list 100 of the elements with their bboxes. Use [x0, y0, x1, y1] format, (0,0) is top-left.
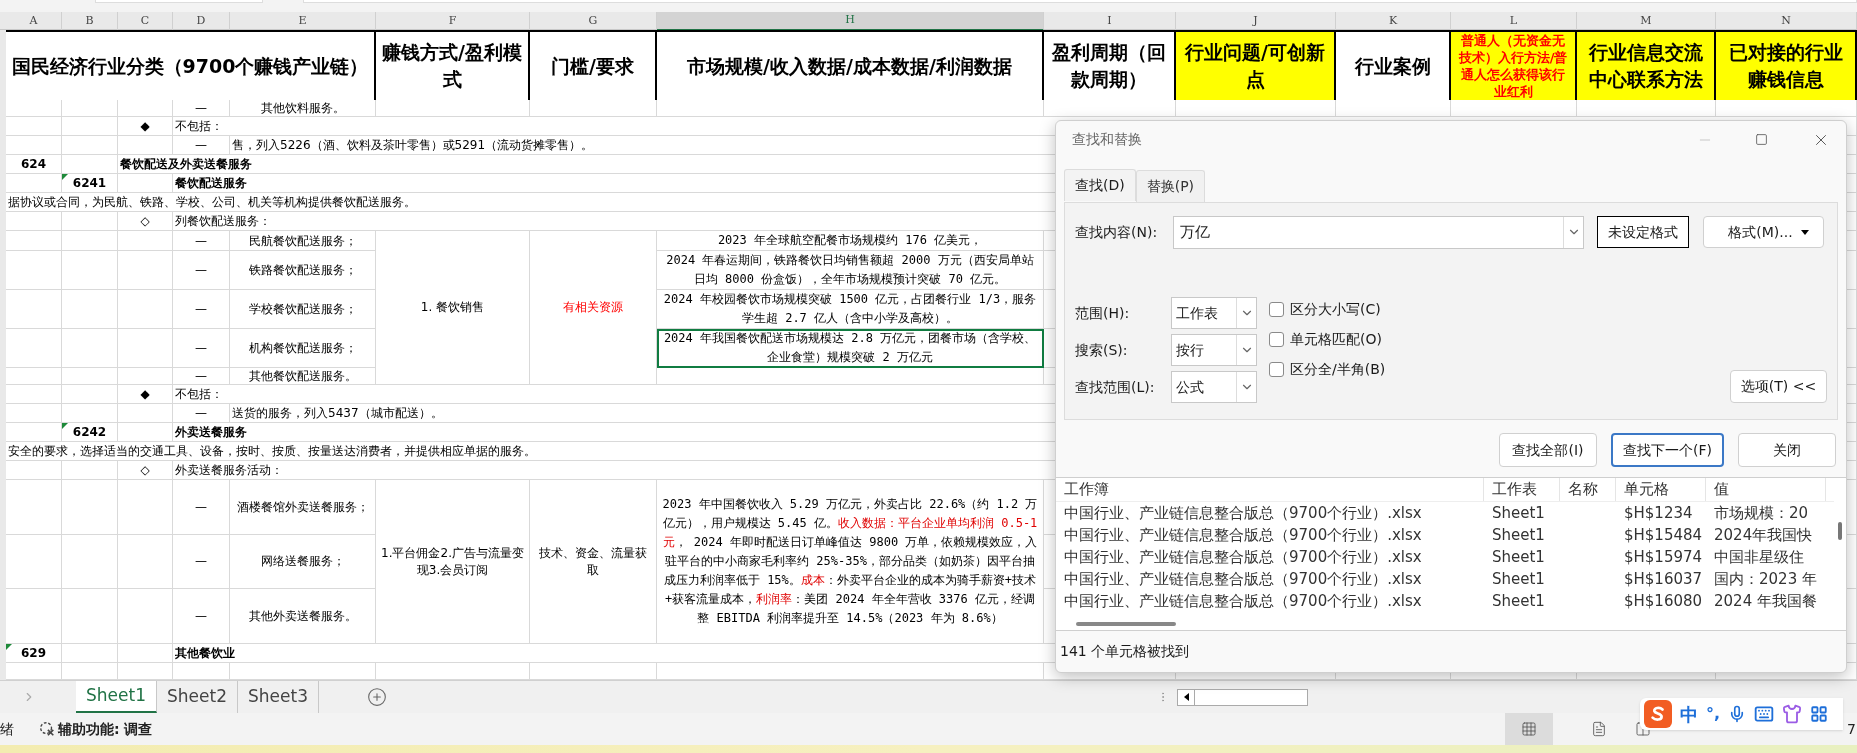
column-header[interactable]: M — [1577, 12, 1716, 31]
column-header[interactable]: J — [1176, 12, 1336, 31]
checkbox-label: 单元格匹配(O) — [1290, 329, 1382, 349]
market-data-text: 2024 年我国餐饮配送市场规模达 2.8 万亿元，团餐市场（含学校、企业食堂）规模突破 2 万亿元 — [657, 329, 1044, 368]
cell-text: — — [173, 589, 230, 644]
ime-logo-icon[interactable] — [1644, 700, 1672, 728]
dialog-tab[interactable]: 查找(D) — [1064, 169, 1136, 201]
page-layout-icon[interactable] — [1591, 721, 1608, 737]
zoom-level[interactable]: 7 — [1847, 718, 1857, 740]
empty-cell — [118, 534, 173, 590]
checkbox[interactable] — [1269, 331, 1284, 347]
empty-cell — [62, 329, 118, 368]
cell-text: 铁路餐饮配送服务； — [230, 251, 376, 290]
cell-text: 1. 餐饮销售 — [376, 231, 530, 385]
option-select[interactable]: 公式 — [1171, 371, 1257, 403]
horizontal-scrollbar-thumb[interactable] — [1195, 688, 1308, 706]
cell-address: $H$15484 — [1623, 524, 1704, 546]
column-header[interactable]: C — [118, 12, 173, 31]
column-header[interactable]: N — [1716, 12, 1857, 31]
cell-text: — — [173, 136, 230, 155]
cell-text: ◇ — [118, 212, 173, 231]
result-row[interactable]: 中国行业、产业链信息整合版总（9700个行业）.xlsx Sheet1 $H$15974 中国非星级住 — [1056, 546, 1834, 568]
cell-text: ◇ — [118, 461, 173, 480]
column-header[interactable]: B — [62, 12, 118, 31]
cell-text: 网络送餐服务； — [230, 534, 376, 590]
scrollbar-thumb[interactable] — [1838, 522, 1842, 540]
empty-cell — [6, 534, 62, 590]
cell-text: 1.平台佣金2.广告与流量变现3.会员订阅 — [376, 480, 530, 644]
options-button[interactable]: 选项(T) << — [1730, 370, 1827, 403]
accessibility-check-icon[interactable] — [38, 720, 56, 738]
scrollbar-thumb[interactable] — [1076, 622, 1176, 626]
checkbox[interactable] — [1269, 361, 1284, 377]
column-title: 行业信息交流中心联系方法 — [1577, 32, 1716, 100]
punctuation-mode[interactable]: °, — [1706, 702, 1721, 726]
empty-cell — [62, 404, 118, 423]
cell-text: 酒楼餐馆外卖送餐服务； — [230, 480, 376, 535]
cell-text: — — [173, 534, 230, 590]
format-button[interactable]: 格式(M)... — [1703, 216, 1824, 248]
column-header[interactable]: D — [173, 12, 230, 31]
empty-cell — [6, 329, 62, 368]
results-column-header[interactable]: 名称 — [1560, 478, 1616, 501]
sheet-name: Sheet1 — [1491, 546, 1546, 568]
cell-text: — — [173, 231, 230, 251]
keyboard-icon[interactable] — [1754, 704, 1775, 724]
cell-address: $H$1234 — [1623, 502, 1694, 524]
sheet-name: Sheet1 — [1491, 568, 1546, 590]
caret-icon — [1800, 229, 1809, 235]
empty-cell — [118, 136, 173, 155]
add-sheet-icon[interactable] — [367, 687, 387, 707]
empty-cell — [6, 290, 62, 329]
column-header[interactable]: F — [376, 12, 530, 31]
dialog-tab[interactable]: 替换(P) — [1135, 170, 1206, 202]
dialog-button[interactable]: 查找全部(I) — [1499, 433, 1597, 467]
result-row[interactable]: 中国行业、产业链信息整合版总（9700个行业）.xlsx Sheet1 $H$16080 2024 年我国餐 — [1056, 590, 1834, 612]
column-header[interactable]: K — [1336, 12, 1451, 31]
empty-cell — [62, 231, 118, 251]
cell-value: 2024 年我国餐 — [1713, 590, 1817, 612]
input-mode[interactable]: 中 — [1680, 700, 1698, 728]
empty-cell — [62, 251, 118, 290]
results-column-header[interactable]: 单元格 — [1616, 478, 1706, 501]
option-select[interactable]: 工作表 — [1171, 297, 1257, 329]
cell-address: $H$15974 — [1623, 546, 1704, 568]
dialog-button[interactable]: 查找下一个(F) — [1611, 433, 1724, 467]
scroll-left-button[interactable] — [1177, 688, 1195, 706]
empty-cell — [118, 231, 173, 251]
cell-text: ◆ — [118, 117, 173, 136]
checkbox[interactable] — [1269, 301, 1284, 317]
column-header[interactable]: H — [657, 12, 1044, 31]
column-header[interactable]: L — [1451, 12, 1577, 31]
find-input[interactable]: 万亿 — [1173, 215, 1584, 249]
cell-text: — — [173, 480, 230, 535]
grid-icon[interactable] — [1810, 705, 1829, 723]
cell-text: 机构餐饮配送服务； — [230, 329, 376, 368]
accessibility-status[interactable]: 辅助功能: 调查 — [58, 718, 153, 740]
results-column-header[interactable]: 工作表 — [1484, 478, 1560, 501]
option-select[interactable]: 按行 — [1171, 334, 1257, 366]
market-data-text: 2023 年中国餐饮收入 5.29 万亿元，外卖占比 22.6%（约 1.2 万亿元），用户规模达 5.45 亿。收入数据：平台企业单均利润 0.5-1 元， 2024 年即时配送日订单峰值达 9800 万单，依赖规模效应，入驻平台的中小商家毛利率约 25%-35%，部分品类（如奶茶）因平台抽成压力利润率低于 15%。成本：外卖平台企业的成本为骑手薪资+技术+获客流量成本，利润率：美团 2024 年全年营收 3376 亿元，经调整 EBITDA 利润率提升至 14.5%（2023 年为 8.6%） — [657, 480, 1044, 644]
shirt-icon[interactable] — [1782, 704, 1803, 724]
column-title: 门槛/要求 — [530, 32, 657, 100]
results-column-header[interactable]: 值 — [1706, 478, 1826, 501]
workbook-name: 中国行业、产业链信息整合版总（9700个行业）.xlsx — [1063, 502, 1423, 524]
maximize-icon[interactable] — [1755, 133, 1768, 146]
result-row[interactable]: 中国行业、产业链信息整合版总（9700个行业）.xlsx Sheet1 $H$16037 国内：2023 年 — [1056, 568, 1834, 590]
column-title: 行业问题/可创新点 — [1176, 32, 1336, 100]
results-column-header[interactable]: 工作簿 — [1056, 478, 1484, 501]
result-row[interactable]: 中国行业、产业链信息整合版总（9700个行业）.xlsx Sheet1 $H$15484 2024年我国快 — [1056, 524, 1834, 546]
field-label: 范围(H): — [1075, 303, 1131, 323]
sheet-tab[interactable]: Sheet1 — [76, 681, 157, 713]
sheet-name: Sheet1 — [1491, 590, 1546, 612]
empty-cell — [62, 534, 118, 590]
column-title: 国民经济行业分类（9700个赚钱产业链） — [6, 32, 376, 100]
normal-view-button[interactable] — [1505, 713, 1554, 745]
empty-cell — [6, 385, 62, 404]
column-header[interactable]: I — [1044, 12, 1176, 31]
column-header[interactable]: A — [6, 12, 62, 31]
result-row[interactable]: 中国行业、产业链信息整合版总（9700个行业）.xlsx Sheet1 $H$1234 市场规模：20 — [1056, 502, 1834, 524]
sheet-name: Sheet1 — [1491, 524, 1546, 546]
format-status-button[interactable]: 未设定格式 — [1597, 216, 1689, 248]
dialog-button[interactable]: 关闭 — [1738, 433, 1836, 467]
column-header[interactable]: E — [230, 12, 376, 31]
